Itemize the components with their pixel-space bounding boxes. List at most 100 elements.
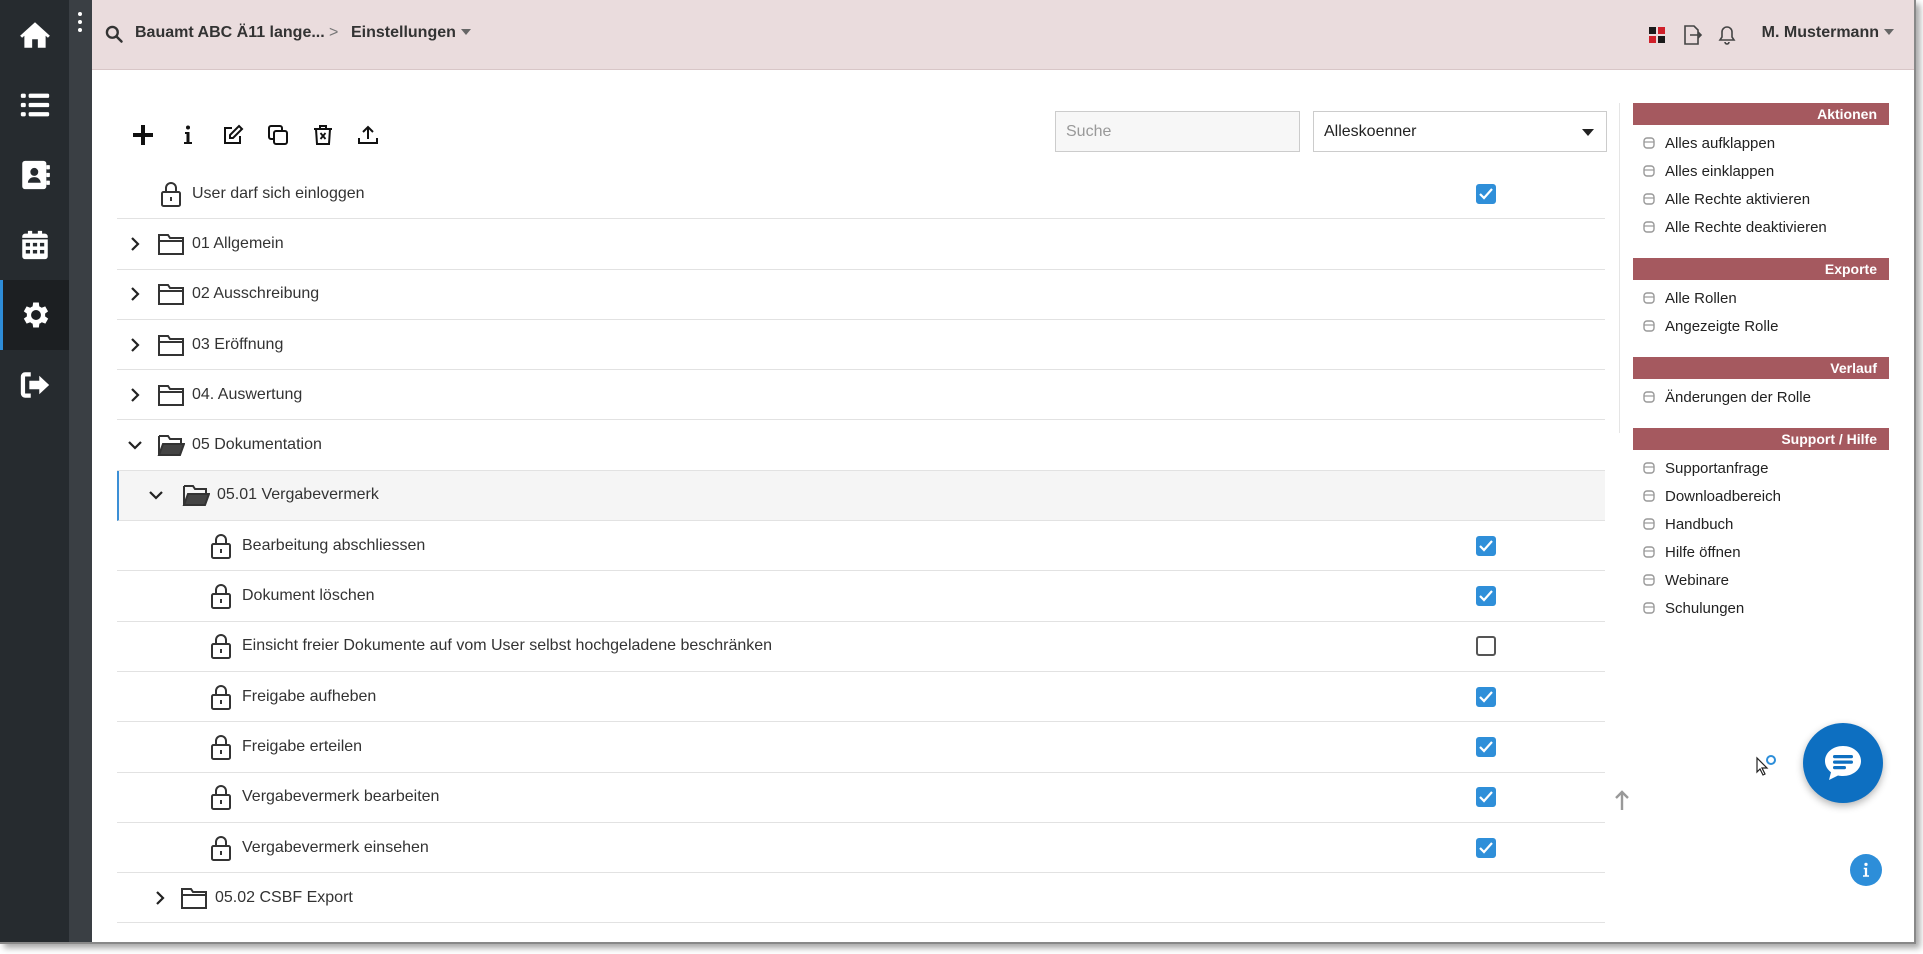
sidebar-link[interactable]: Downloadbereich [1633, 482, 1889, 510]
tree-row[interactable]: 05 Dokumentation [117, 420, 1605, 471]
tree-row[interactable]: 02 Ausschreibung [117, 270, 1605, 320]
sidebar-link-label: Webinare [1665, 571, 1729, 589]
calendar-icon [21, 230, 48, 260]
folder-open-icon [157, 435, 185, 457]
copy-icon [268, 125, 288, 145]
contacts-icon [21, 160, 50, 190]
sidebar-link[interactable]: Webinare [1633, 566, 1889, 594]
sidebar-link[interactable]: Alle Rollen [1633, 284, 1889, 312]
sidebar-link-label: Angezeigte Rolle [1665, 317, 1779, 335]
right-sidebar: Aktionen Alles aufklappen Alles einklapp… [1633, 103, 1889, 639]
sidebar-link[interactable]: Alle Rechte aktivieren [1633, 185, 1889, 213]
tree-row[interactable]: 03 Eröffnung [117, 320, 1605, 371]
permission-checkbox[interactable] [1476, 586, 1496, 607]
folder-icon [158, 384, 184, 406]
sidebar-link-label: Alle Rollen [1665, 289, 1737, 307]
chevron-right-icon[interactable] [127, 337, 143, 353]
sidebar-link[interactable]: Schulungen [1633, 594, 1889, 622]
permission-checkbox[interactable] [1476, 787, 1496, 808]
nav-home[interactable] [0, 0, 69, 70]
sidebar-link[interactable]: Alles einklappen [1633, 157, 1889, 185]
check-icon [1479, 690, 1493, 703]
permission-checkbox[interactable] [1476, 183, 1496, 204]
panel-title: Exporte [1633, 258, 1889, 280]
nav-logout[interactable] [0, 350, 69, 420]
scroll-to-top-icon[interactable] [1612, 790, 1632, 812]
search-icon[interactable] [104, 24, 124, 44]
sidebar-link-label: Alles aufklappen [1665, 134, 1776, 152]
chevron-right-icon[interactable] [127, 286, 143, 302]
panel-verlauf: Verlauf Änderungen der Rolle [1633, 357, 1889, 411]
sidebar-link-label: Alle Rechte aktivieren [1665, 190, 1811, 208]
permission-label: Einsicht freier Dokumente auf vom User s… [242, 637, 773, 655]
check-icon [1479, 841, 1493, 854]
search-input[interactable] [1055, 111, 1300, 152]
user-menu[interactable]: M. Mustermann [1762, 24, 1894, 42]
sidebar-link-label: Supportanfrage [1665, 459, 1769, 477]
sidebar-link[interactable]: Hilfe öffnen [1633, 538, 1889, 566]
chevron-right-icon[interactable] [152, 890, 168, 906]
home-icon [19, 22, 50, 48]
list-icon [20, 93, 49, 117]
check-icon [1479, 741, 1493, 753]
panel-support: Support / Hilfe Supportanfrage Downloadb… [1633, 428, 1889, 622]
chevron-right-icon[interactable] [127, 236, 143, 252]
nav-contacts[interactable] [0, 140, 69, 210]
rail-divider [69, 0, 92, 942]
sidebar-link[interactable]: Angezeigte Rolle [1633, 312, 1889, 340]
chat-button[interactable] [1803, 723, 1883, 803]
sidebar-link-label: Alles einklappen [1665, 162, 1775, 180]
copy-button[interactable] [263, 120, 293, 150]
role-select[interactable]: Alleskoenner [1313, 111, 1607, 152]
sidebar-link[interactable]: Supportanfrage [1633, 454, 1889, 482]
nav-list[interactable] [0, 70, 69, 140]
sidebar-link-label: Handbuch [1665, 515, 1734, 533]
mouse-cursor-icon [1756, 755, 1776, 776]
permission-checkbox[interactable] [1476, 535, 1496, 556]
edit-button[interactable] [218, 120, 248, 150]
info-help-button[interactable] [1850, 854, 1882, 886]
delete-button[interactable] [308, 120, 338, 150]
chevron-down-icon[interactable] [148, 487, 164, 503]
bell-icon[interactable] [1716, 24, 1738, 46]
permission-label: Vergabevermerk bearbeiten [242, 788, 440, 806]
sidebar-link[interactable]: Alle Rechte deaktivieren [1633, 213, 1889, 241]
sidebar-link-label: Änderungen der Rolle [1665, 388, 1811, 406]
chevron-down-icon[interactable] [127, 437, 143, 453]
tree-row[interactable]: 01 Allgemein [117, 219, 1605, 270]
brand-logo-icon[interactable] [1646, 24, 1668, 46]
breadcrumb-project[interactable]: Bauamt ABC Ä11 lange... [135, 24, 325, 42]
info-button[interactable] [173, 120, 203, 150]
edit-icon [224, 124, 244, 144]
upload-button[interactable] [353, 120, 383, 150]
bullet-icon [1643, 165, 1655, 177]
sidebar-link[interactable]: Handbuch [1633, 510, 1889, 538]
export-document-icon[interactable] [1681, 24, 1703, 46]
permission-checkbox[interactable] [1476, 837, 1496, 858]
breadcrumb-current[interactable]: Einstellungen [351, 24, 471, 42]
tree-row[interactable]: 04. Auswertung [117, 370, 1605, 421]
lock-icon [211, 584, 231, 610]
breadcrumb-current-label: Einstellungen [351, 24, 456, 41]
panel-title: Support / Hilfe [1633, 428, 1889, 450]
permission-checkbox[interactable] [1476, 636, 1496, 657]
tree-row[interactable]: 05.02 CSBF Export [117, 873, 1605, 924]
permission-checkbox[interactable] [1476, 736, 1496, 757]
tree-row-selected[interactable]: 05.01 Vergabevermerk [117, 470, 1605, 522]
check-icon [1479, 791, 1493, 803]
bullet-icon [1643, 518, 1655, 530]
permission-checkbox[interactable] [1476, 686, 1496, 707]
chevron-right-icon[interactable] [127, 387, 143, 403]
nav-settings[interactable] [0, 280, 69, 350]
sidebar-link[interactable]: Alles aufklappen [1633, 129, 1889, 157]
chevron-down-icon [1884, 29, 1894, 35]
lock-icon [211, 835, 231, 861]
nav-calendar[interactable] [0, 210, 69, 280]
add-button[interactable] [128, 120, 158, 150]
sidebar-link[interactable]: Änderungen der Rolle [1633, 383, 1889, 411]
kebab-menu-icon[interactable] [77, 12, 83, 32]
tree-row: Dokument löschen [117, 571, 1605, 622]
lock-icon [211, 684, 231, 710]
panel-title: Verlauf [1633, 357, 1889, 379]
bullet-icon [1643, 292, 1655, 304]
